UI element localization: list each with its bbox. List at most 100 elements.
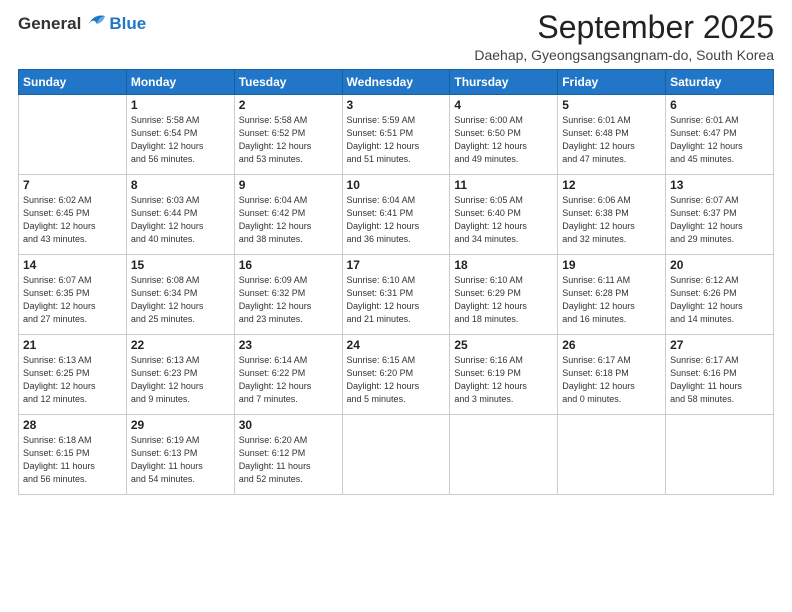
day-number: 9	[239, 178, 338, 192]
daylight-text: Daylight: 11 hoursand 54 minutes.	[131, 460, 230, 486]
daylight-text: Daylight: 12 hoursand 47 minutes.	[562, 140, 661, 166]
sunrise-text: Sunrise: 6:08 AM	[131, 274, 230, 287]
daylight-text: Daylight: 12 hoursand 7 minutes.	[239, 380, 338, 406]
sunrise-text: Sunrise: 6:03 AM	[131, 194, 230, 207]
day-number: 28	[23, 418, 122, 432]
sunset-text: Sunset: 6:29 PM	[454, 287, 553, 300]
header-tuesday: Tuesday	[234, 70, 342, 95]
daylight-text: Daylight: 12 hoursand 29 minutes.	[670, 220, 769, 246]
daylight-text: Daylight: 12 hoursand 16 minutes.	[562, 300, 661, 326]
daylight-text: Daylight: 11 hoursand 58 minutes.	[670, 380, 769, 406]
day-number: 24	[347, 338, 446, 352]
day-number: 30	[239, 418, 338, 432]
sunset-text: Sunset: 6:52 PM	[239, 127, 338, 140]
day-info: Sunrise: 5:58 AMSunset: 6:54 PMDaylight:…	[131, 114, 230, 166]
day-number: 2	[239, 98, 338, 112]
calendar-week-row: 28 Sunrise: 6:18 AMSunset: 6:15 PMDayligh…	[19, 415, 774, 495]
header-saturday: Saturday	[666, 70, 774, 95]
sunrise-text: Sunrise: 6:00 AM	[454, 114, 553, 127]
logo-general: General	[18, 14, 81, 34]
day-info: Sunrise: 6:02 AMSunset: 6:45 PMDaylight:…	[23, 194, 122, 246]
day-info: Sunrise: 6:11 AMSunset: 6:28 PMDaylight:…	[562, 274, 661, 326]
day-number: 15	[131, 258, 230, 272]
day-info: Sunrise: 6:03 AMSunset: 6:44 PMDaylight:…	[131, 194, 230, 246]
sunrise-text: Sunrise: 6:09 AM	[239, 274, 338, 287]
sunrise-text: Sunrise: 6:12 AM	[670, 274, 769, 287]
day-number: 18	[454, 258, 553, 272]
day-info: Sunrise: 6:12 AMSunset: 6:26 PMDaylight:…	[670, 274, 769, 326]
calendar-week-row: 14Sunrise: 6:07 AMSunset: 6:35 PMDayligh…	[19, 255, 774, 335]
daylight-text: Daylight: 12 hoursand 32 minutes.	[562, 220, 661, 246]
calendar-cell: 5Sunrise: 6:01 AMSunset: 6:48 PMDaylight…	[558, 95, 666, 175]
day-number: 19	[562, 258, 661, 272]
calendar-cell: 25Sunrise: 6:16 AMSunset: 6:19 PMDayligh…	[450, 335, 558, 415]
daylight-text: Daylight: 12 hoursand 3 minutes.	[454, 380, 553, 406]
sunrise-text: Sunrise: 6:15 AM	[347, 354, 446, 367]
day-info: Sunrise: 6:16 AMSunset: 6:19 PMDaylight:…	[454, 354, 553, 406]
logo-area: General Blue	[18, 10, 146, 38]
calendar-week-row: 21Sunrise: 6:13 AMSunset: 6:25 PMDayligh…	[19, 335, 774, 415]
sunset-text: Sunset: 6:32 PM	[239, 287, 338, 300]
day-info: Sunrise: 6:17 AMSunset: 6:18 PMDaylight:…	[562, 354, 661, 406]
day-info: Sunrise: 6:18 AMSunset: 6:15 PMDaylight:…	[23, 434, 122, 486]
day-info: Sunrise: 6:07 AMSunset: 6:37 PMDaylight:…	[670, 194, 769, 246]
sunrise-text: Sunrise: 6:01 AM	[670, 114, 769, 127]
sunset-text: Sunset: 6:28 PM	[562, 287, 661, 300]
day-info: Sunrise: 6:09 AMSunset: 6:32 PMDaylight:…	[239, 274, 338, 326]
calendar-cell: 13 Sunrise: 6:07 AMSunset: 6:37 PMDayligh…	[666, 175, 774, 255]
logo-bird-icon	[85, 10, 107, 38]
header-friday: Friday	[558, 70, 666, 95]
day-number: 20	[670, 258, 769, 272]
day-number: 16	[239, 258, 338, 272]
daylight-text: Daylight: 12 hoursand 43 minutes.	[23, 220, 122, 246]
daylight-text: Daylight: 12 hoursand 38 minutes.	[239, 220, 338, 246]
daylight-text: Daylight: 12 hoursand 0 minutes.	[562, 380, 661, 406]
day-info: Sunrise: 6:04 AMSunset: 6:42 PMDaylight:…	[239, 194, 338, 246]
day-number: 8	[131, 178, 230, 192]
day-info: Sunrise: 6:08 AMSunset: 6:34 PMDaylight:…	[131, 274, 230, 326]
calendar-cell: 19 Sunrise: 6:11 AMSunset: 6:28 PMDayligh…	[558, 255, 666, 335]
header-wednesday: Wednesday	[342, 70, 450, 95]
calendar-cell: 28 Sunrise: 6:18 AMSunset: 6:15 PMDayligh…	[19, 415, 127, 495]
day-number: 27	[670, 338, 769, 352]
sunrise-text: Sunrise: 6:07 AM	[670, 194, 769, 207]
calendar-cell: 7Sunrise: 6:02 AMSunset: 6:45 PMDaylight…	[19, 175, 127, 255]
sunset-text: Sunset: 6:20 PM	[347, 367, 446, 380]
day-info: Sunrise: 6:14 AMSunset: 6:22 PMDaylight:…	[239, 354, 338, 406]
sunrise-text: Sunrise: 6:10 AM	[347, 274, 446, 287]
day-number: 13	[670, 178, 769, 192]
sunset-text: Sunset: 6:35 PM	[23, 287, 122, 300]
calendar-week-row: 1Sunrise: 5:58 AMSunset: 6:54 PMDaylight…	[19, 95, 774, 175]
calendar-cell: 3Sunrise: 5:59 AMSunset: 6:51 PMDaylight…	[342, 95, 450, 175]
sunrise-text: Sunrise: 5:59 AM	[347, 114, 446, 127]
header-thursday: Thursday	[450, 70, 558, 95]
calendar-cell: 23Sunrise: 6:14 AMSunset: 6:22 PMDayligh…	[234, 335, 342, 415]
calendar-cell	[558, 415, 666, 495]
sunrise-text: Sunrise: 6:05 AM	[454, 194, 553, 207]
sunset-text: Sunset: 6:38 PM	[562, 207, 661, 220]
title-area: September 2025 Daehap, Gyeongsangsangnam…	[474, 10, 774, 63]
day-info: Sunrise: 6:01 AMSunset: 6:47 PMDaylight:…	[670, 114, 769, 166]
sunrise-text: Sunrise: 6:01 AM	[562, 114, 661, 127]
calendar-cell: 11Sunrise: 6:05 AMSunset: 6:40 PMDayligh…	[450, 175, 558, 255]
day-number: 21	[23, 338, 122, 352]
calendar-cell: 24Sunrise: 6:15 AMSunset: 6:20 PMDayligh…	[342, 335, 450, 415]
sunset-text: Sunset: 6:18 PM	[562, 367, 661, 380]
daylight-text: Daylight: 12 hoursand 53 minutes.	[239, 140, 338, 166]
daylight-text: Daylight: 12 hoursand 40 minutes.	[131, 220, 230, 246]
daylight-text: Daylight: 12 hoursand 21 minutes.	[347, 300, 446, 326]
day-info: Sunrise: 6:07 AMSunset: 6:35 PMDaylight:…	[23, 274, 122, 326]
logo: General Blue	[18, 10, 146, 38]
sunrise-text: Sunrise: 6:06 AM	[562, 194, 661, 207]
sunset-text: Sunset: 6:16 PM	[670, 367, 769, 380]
calendar-table: Sunday Monday Tuesday Wednesday Thursday…	[18, 69, 774, 495]
day-info: Sunrise: 6:10 AMSunset: 6:31 PMDaylight:…	[347, 274, 446, 326]
sunset-text: Sunset: 6:48 PM	[562, 127, 661, 140]
sunrise-text: Sunrise: 6:17 AM	[670, 354, 769, 367]
daylight-text: Daylight: 12 hoursand 23 minutes.	[239, 300, 338, 326]
calendar-cell: 15 Sunrise: 6:08 AMSunset: 6:34 PMDayligh…	[126, 255, 234, 335]
sunset-text: Sunset: 6:13 PM	[131, 447, 230, 460]
daylight-text: Daylight: 12 hoursand 45 minutes.	[670, 140, 769, 166]
day-info: Sunrise: 6:05 AMSunset: 6:40 PMDaylight:…	[454, 194, 553, 246]
sunrise-text: Sunrise: 6:10 AM	[454, 274, 553, 287]
